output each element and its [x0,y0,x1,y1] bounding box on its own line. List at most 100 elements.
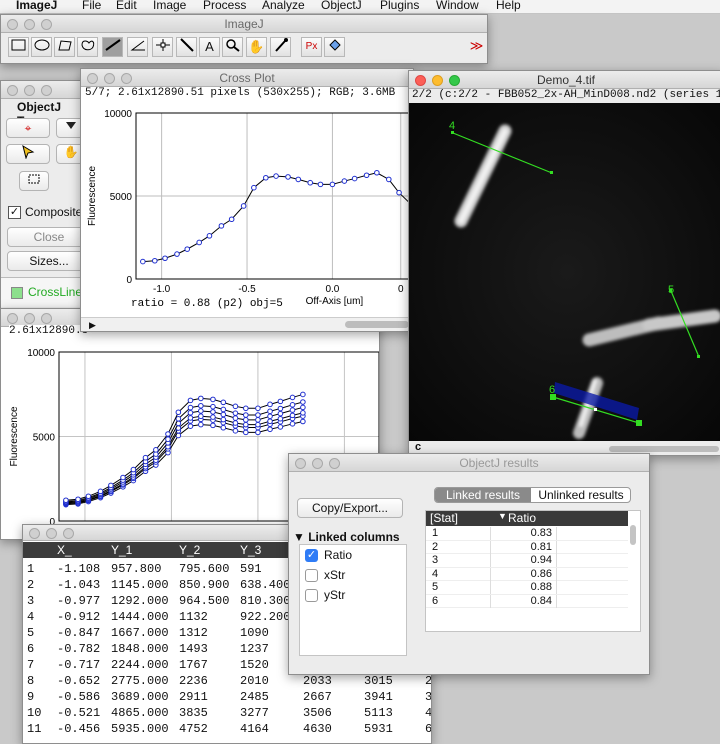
stack-data-point [289,412,296,419]
ratio-col-header[interactable]: Ratio [508,511,536,525]
table-row[interactable]: 9 -0.586 3689.000 2911 2485 2667 3941 3362 [23,689,431,705]
cross-plot-scrollbar[interactable]: ▶ [81,317,413,331]
close-icon[interactable] [29,528,40,539]
menu-analyze[interactable]: Analyze [262,0,305,12]
stat-col-header[interactable]: [Stat] [430,511,458,525]
menu-edit[interactable]: Edit [116,0,137,12]
close-icon[interactable] [7,19,18,30]
copy-export-button[interactable]: Copy/Export... [297,498,403,518]
sizes-button[interactable]: Sizes... [7,251,85,271]
point-tool-icon[interactable] [152,37,173,57]
minimize-icon[interactable] [312,458,323,469]
mark-tool-icon[interactable]: ⌖ [6,118,50,138]
more-tools-icon[interactable]: ≫ [466,37,487,57]
stats-row[interactable]: 3 0.94 [426,554,628,568]
menu-window[interactable]: Window [436,0,479,12]
data-point [285,174,291,180]
stack-data-point [300,418,306,425]
zoom-icon[interactable] [449,75,460,86]
xstr-checkbox[interactable] [305,569,318,582]
table-cell: 850.900 [179,578,230,592]
stack-data-point [255,417,261,423]
close-icon[interactable] [295,458,306,469]
zoom-select-icon[interactable] [19,171,49,191]
play-icon[interactable]: ▶ [89,320,96,331]
tab-unlinked-results[interactable]: Unlinked results [532,488,630,502]
stats-scrollbar-thumb[interactable] [630,525,636,545]
minimize-icon[interactable] [24,85,35,96]
stack-data-point [210,403,216,410]
column-divider [490,554,491,567]
composite-label: Composite [25,205,83,219]
freehand-tool-icon[interactable] [77,37,98,57]
col-header-y1[interactable]: Y_1 [111,543,132,557]
channel-slider-thumb[interactable] [609,446,719,452]
menu-plugins[interactable]: Plugins [380,0,419,12]
zoom-icon[interactable] [41,313,52,324]
stats-row[interactable]: 6 0.84 [426,594,628,608]
select-tool-icon[interactable] [6,144,50,164]
stat-index: 6 [432,594,439,607]
close-icon[interactable] [415,75,426,86]
text-tool-icon[interactable]: A [199,37,220,57]
ratio-value: 0.83 [530,527,552,539]
minimize-icon[interactable] [24,313,35,324]
ratio-checkbox[interactable]: ✓ [305,549,318,562]
zoom-icon[interactable] [41,19,52,30]
column-divider [556,554,557,567]
stack-data-point [277,424,284,430]
tab-linked-results[interactable]: Linked results [435,488,531,502]
close-icon[interactable] [7,313,18,324]
zoom-icon[interactable] [63,528,74,539]
scrollbar-thumb[interactable] [345,321,409,328]
microscopy-image[interactable]: 4 5 6 [409,103,720,441]
minimize-icon[interactable] [104,73,115,84]
linked-columns-header[interactable]: ▼ Linked columns [293,530,400,544]
table-row[interactable]: 10 -0.521 4865.000 3835 3277 3506 5113 4651 [23,705,431,721]
close-icon[interactable] [7,85,18,96]
menu-objectj[interactable]: ObjectJ [321,0,362,12]
polygon-tool-icon[interactable] [54,37,75,57]
crossline-label[interactable]: CrossLine [28,285,82,299]
minimize-icon[interactable] [24,19,35,30]
menu-file[interactable]: File [82,0,101,12]
stats-row[interactable]: 2 0.81 [426,540,628,554]
col-header-y2[interactable]: Y_2 [179,543,200,557]
magnifier-tool-icon[interactable] [222,37,243,57]
stats-row[interactable]: 1 0.83 [426,527,628,541]
zoom-icon[interactable] [41,85,52,96]
col-header-y3[interactable]: Y_3 [240,543,261,557]
angle-tool-icon[interactable] [127,37,148,57]
oval-tool-icon[interactable] [31,37,52,57]
px-tool-icon[interactable]: Px [301,37,322,57]
data-point [174,251,180,257]
rectangle-tool-icon[interactable] [8,37,29,57]
hand-tool-icon[interactable]: ✋ [246,37,267,57]
composite-checkbox[interactable]: ✓ [8,206,21,219]
menu-app-imagej[interactable]: ImageJ [16,0,57,12]
fill-tool-icon[interactable] [324,37,345,57]
minimize-icon[interactable] [46,528,57,539]
table-row[interactable]: 11 -0.456 5935.000 4752 4164 4630 5931 6045 [23,721,431,737]
close-button[interactable]: Close [7,227,85,247]
wand-tool-icon[interactable] [176,37,197,57]
minimize-icon[interactable] [432,75,443,86]
stats-row[interactable]: 4 0.86 [426,567,628,581]
color-picker-tool-icon[interactable] [270,37,291,57]
zoom-icon[interactable] [121,73,132,84]
menu-process[interactable]: Process [203,0,246,12]
stack-data-point [187,404,194,411]
table-cell: 591 [240,562,262,576]
close-icon[interactable] [87,73,98,84]
col-header-x[interactable]: X_ [57,543,72,557]
stats-row[interactable]: 5 0.88 [426,581,628,595]
table-row[interactable]: 8 -0.652 2775.000 2236 2010 2033 3015 2523 [23,673,431,689]
menu-image[interactable]: Image [153,0,186,12]
stack-data-point [255,429,261,436]
xstr-column-label: xStr [324,568,346,582]
zoom-icon[interactable] [329,458,340,469]
straight-line-tool-icon[interactable] [102,37,123,57]
menu-help[interactable]: Help [496,0,521,12]
column-divider [490,540,491,554]
ystr-checkbox[interactable] [305,589,318,602]
